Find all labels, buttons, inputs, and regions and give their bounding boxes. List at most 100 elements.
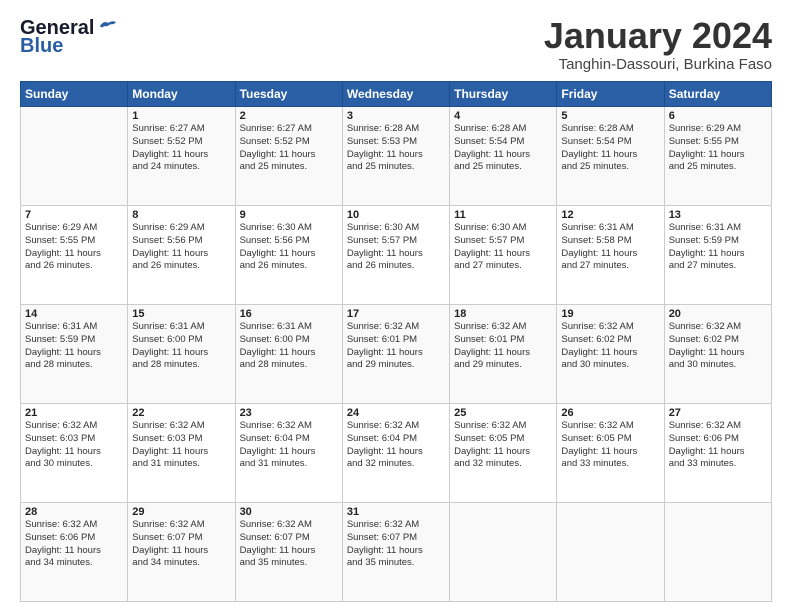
day-info-line: and 32 minutes. (347, 458, 445, 471)
day-info-line: Sunset: 6:07 PM (240, 532, 338, 545)
day-number: 2 (240, 110, 338, 122)
day-info-line: Daylight: 11 hours (669, 347, 767, 360)
day-info: Sunrise: 6:27 AMSunset: 5:52 PMDaylight:… (132, 123, 230, 174)
table-cell: 10Sunrise: 6:30 AMSunset: 5:57 PMDayligh… (342, 206, 449, 305)
day-info: Sunrise: 6:28 AMSunset: 5:54 PMDaylight:… (561, 123, 659, 174)
day-info-line: Sunset: 5:54 PM (561, 136, 659, 149)
day-info-line: Sunrise: 6:31 AM (561, 222, 659, 235)
table-cell (664, 503, 771, 602)
day-info-line: Sunset: 5:52 PM (240, 136, 338, 149)
header-tuesday: Tuesday (235, 82, 342, 107)
day-info-line: and 31 minutes. (132, 458, 230, 471)
day-number: 13 (669, 209, 767, 221)
day-info-line: Sunrise: 6:31 AM (669, 222, 767, 235)
day-info-line: Daylight: 11 hours (347, 446, 445, 459)
table-cell: 8Sunrise: 6:29 AMSunset: 5:56 PMDaylight… (128, 206, 235, 305)
table-cell: 27Sunrise: 6:32 AMSunset: 6:06 PMDayligh… (664, 404, 771, 503)
day-number: 16 (240, 308, 338, 320)
day-info-line: Sunset: 6:06 PM (25, 532, 123, 545)
day-info: Sunrise: 6:32 AMSunset: 6:06 PMDaylight:… (669, 420, 767, 471)
day-info-line: and 25 minutes. (454, 161, 552, 174)
table-cell (557, 503, 664, 602)
header-thursday: Thursday (450, 82, 557, 107)
day-info: Sunrise: 6:28 AMSunset: 5:54 PMDaylight:… (454, 123, 552, 174)
day-info-line: Sunset: 5:59 PM (669, 235, 767, 248)
table-cell: 4Sunrise: 6:28 AMSunset: 5:54 PMDaylight… (450, 107, 557, 206)
week-row-2: 7Sunrise: 6:29 AMSunset: 5:55 PMDaylight… (21, 206, 772, 305)
day-number: 30 (240, 506, 338, 518)
day-info: Sunrise: 6:32 AMSunset: 6:07 PMDaylight:… (132, 519, 230, 570)
day-info-line: Sunset: 5:55 PM (669, 136, 767, 149)
day-info-line: Daylight: 11 hours (25, 347, 123, 360)
day-info-line: Sunset: 6:00 PM (240, 334, 338, 347)
day-info-line: Sunset: 6:05 PM (454, 433, 552, 446)
day-number: 3 (347, 110, 445, 122)
day-info-line: Daylight: 11 hours (25, 248, 123, 261)
day-info-line: Sunrise: 6:32 AM (561, 321, 659, 334)
day-info-line: and 25 minutes. (561, 161, 659, 174)
week-row-3: 14Sunrise: 6:31 AMSunset: 5:59 PMDayligh… (21, 305, 772, 404)
day-number: 27 (669, 407, 767, 419)
day-info-line: Daylight: 11 hours (347, 149, 445, 162)
day-info-line: and 26 minutes. (132, 260, 230, 273)
table-cell: 30Sunrise: 6:32 AMSunset: 6:07 PMDayligh… (235, 503, 342, 602)
table-cell (450, 503, 557, 602)
day-info-line: and 30 minutes. (561, 359, 659, 372)
day-number: 9 (240, 209, 338, 221)
day-info-line: Sunrise: 6:32 AM (132, 420, 230, 433)
day-info-line: Sunset: 6:04 PM (347, 433, 445, 446)
day-info-line: and 34 minutes. (25, 557, 123, 570)
day-info: Sunrise: 6:32 AMSunset: 6:03 PMDaylight:… (132, 420, 230, 471)
day-number: 17 (347, 308, 445, 320)
day-info: Sunrise: 6:32 AMSunset: 6:07 PMDaylight:… (347, 519, 445, 570)
day-info-line: Sunrise: 6:28 AM (454, 123, 552, 136)
day-info-line: Sunset: 5:53 PM (347, 136, 445, 149)
day-info-line: Daylight: 11 hours (240, 446, 338, 459)
day-info-line: Sunset: 5:57 PM (454, 235, 552, 248)
day-info-line: Sunset: 5:57 PM (347, 235, 445, 248)
day-info-line: Sunrise: 6:32 AM (669, 321, 767, 334)
day-info: Sunrise: 6:30 AMSunset: 5:57 PMDaylight:… (454, 222, 552, 273)
table-cell: 28Sunrise: 6:32 AMSunset: 6:06 PMDayligh… (21, 503, 128, 602)
day-number: 28 (25, 506, 123, 518)
day-info-line: and 28 minutes. (25, 359, 123, 372)
day-info-line: and 26 minutes. (347, 260, 445, 273)
day-info-line: Daylight: 11 hours (454, 248, 552, 261)
day-number: 18 (454, 308, 552, 320)
day-info-line: and 30 minutes. (669, 359, 767, 372)
month-title: January 2024 (544, 18, 772, 54)
day-number: 10 (347, 209, 445, 221)
day-info-line: Daylight: 11 hours (25, 545, 123, 558)
day-info-line: Daylight: 11 hours (561, 149, 659, 162)
table-cell: 24Sunrise: 6:32 AMSunset: 6:04 PMDayligh… (342, 404, 449, 503)
day-info-line: and 33 minutes. (561, 458, 659, 471)
table-cell: 5Sunrise: 6:28 AMSunset: 5:54 PMDaylight… (557, 107, 664, 206)
day-info-line: Sunrise: 6:31 AM (25, 321, 123, 334)
logo: General Blue (20, 18, 120, 56)
day-number: 6 (669, 110, 767, 122)
day-info-line: Sunset: 5:59 PM (25, 334, 123, 347)
table-cell: 16Sunrise: 6:31 AMSunset: 6:00 PMDayligh… (235, 305, 342, 404)
table-cell: 15Sunrise: 6:31 AMSunset: 6:00 PMDayligh… (128, 305, 235, 404)
day-number: 11 (454, 209, 552, 221)
day-info-line: Sunrise: 6:32 AM (132, 519, 230, 532)
table-cell: 20Sunrise: 6:32 AMSunset: 6:02 PMDayligh… (664, 305, 771, 404)
day-number: 1 (132, 110, 230, 122)
day-number: 31 (347, 506, 445, 518)
day-info-line: Sunset: 6:04 PM (240, 433, 338, 446)
day-info: Sunrise: 6:32 AMSunset: 6:06 PMDaylight:… (25, 519, 123, 570)
day-info-line: Daylight: 11 hours (561, 446, 659, 459)
day-info-line: and 32 minutes. (454, 458, 552, 471)
day-info-line: Sunset: 6:02 PM (561, 334, 659, 347)
day-info: Sunrise: 6:32 AMSunset: 6:01 PMDaylight:… (454, 321, 552, 372)
table-cell: 26Sunrise: 6:32 AMSunset: 6:05 PMDayligh… (557, 404, 664, 503)
table-cell: 2Sunrise: 6:27 AMSunset: 5:52 PMDaylight… (235, 107, 342, 206)
day-info: Sunrise: 6:32 AMSunset: 6:03 PMDaylight:… (25, 420, 123, 471)
day-info: Sunrise: 6:32 AMSunset: 6:07 PMDaylight:… (240, 519, 338, 570)
day-info-line: Daylight: 11 hours (669, 149, 767, 162)
day-info-line: and 28 minutes. (240, 359, 338, 372)
day-info-line: Daylight: 11 hours (347, 248, 445, 261)
day-info-line: and 24 minutes. (132, 161, 230, 174)
day-info-line: Sunset: 6:00 PM (132, 334, 230, 347)
day-info-line: Daylight: 11 hours (240, 545, 338, 558)
